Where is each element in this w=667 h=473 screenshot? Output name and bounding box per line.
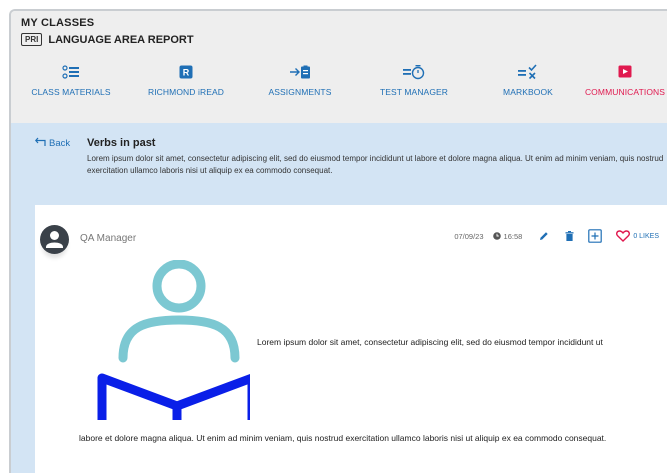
communications-icon <box>575 61 667 83</box>
content-area: Back Verbs in past Lorem ipsum dolor sit… <box>11 123 667 473</box>
trash-icon <box>565 231 574 241</box>
header: MY CLASSES PRI LANGUAGE AREA REPORT CLAS… <box>11 11 667 123</box>
heart-icon <box>616 230 631 242</box>
nav-label: ASSIGNMENTS <box>268 87 332 97</box>
avatar <box>40 225 69 254</box>
nav-richmond-iread[interactable]: R RICHMOND iREAD <box>136 61 236 97</box>
like-button[interactable]: 0 LIKES <box>616 230 659 242</box>
add-comment-button[interactable] <box>588 229 603 243</box>
main-nav: CLASS MATERIALS R RICHMOND iREAD ASSIGNM… <box>11 61 667 105</box>
back-button[interactable]: Back <box>35 137 70 150</box>
class-materials-icon <box>21 61 121 83</box>
back-label: Back <box>49 138 71 149</box>
app-window: MY CLASSES PRI LANGUAGE AREA REPORT CLAS… <box>9 9 667 473</box>
post-date: 07/09/23 <box>454 231 484 241</box>
delete-button[interactable] <box>564 231 574 241</box>
pencil-icon <box>540 232 549 240</box>
user-icon <box>46 231 63 248</box>
add-box-icon <box>588 229 603 243</box>
report-title: LANGUAGE AREA REPORT <box>48 33 194 46</box>
nav-test-manager[interactable]: TEST MANAGER <box>364 61 464 97</box>
nav-class-materials[interactable]: CLASS MATERIALS <box>21 61 121 97</box>
post-card: QA Manager 07/09/23 16:58 0 LIKES Lorem … <box>35 205 667 473</box>
likes-count: 0 LIKES <box>633 232 659 240</box>
post-time: 16:58 <box>492 231 523 241</box>
post-author: QA Manager <box>80 233 137 244</box>
nav-label: COMMUNICATIONS <box>584 87 666 97</box>
nav-label: TEST MANAGER <box>379 87 449 97</box>
assignments-icon <box>250 61 350 83</box>
page-section-title: MY CLASSES <box>21 17 95 29</box>
reading-person-image <box>97 260 250 420</box>
post-text-continued: labore et dolore magna aliqua. Ut enim a… <box>79 433 607 443</box>
nav-label: RICHMOND iREAD <box>147 87 224 97</box>
post-text-inline: Lorem ipsum dolor sit amet, consectetur … <box>257 337 603 347</box>
markbook-icon <box>478 61 578 83</box>
test-manager-icon <box>364 61 464 83</box>
post-meta: 07/09/23 16:58 0 LIKES <box>454 229 659 243</box>
post-time-text: 16:58 <box>503 231 523 241</box>
clock-icon <box>492 232 501 240</box>
report-heading: PRI LANGUAGE AREA REPORT <box>21 33 194 46</box>
level-badge: PRI <box>21 33 43 46</box>
section-title: Verbs in past <box>87 137 156 149</box>
richmond-iread-icon: R <box>136 61 236 83</box>
section-description: Lorem ipsum dolor sit amet, consectetur … <box>87 154 664 175</box>
nav-assignments[interactable]: ASSIGNMENTS <box>250 61 350 97</box>
edit-button[interactable] <box>538 231 550 241</box>
svg-text:R: R <box>183 68 190 78</box>
nav-markbook[interactable]: MARKBOOK <box>478 61 578 97</box>
nav-label: CLASS MATERIALS <box>31 87 111 97</box>
nav-communications[interactable]: COMMUNICATIONS <box>575 61 667 97</box>
back-arrow-icon <box>35 137 46 150</box>
nav-label: MARKBOOK <box>503 87 553 97</box>
